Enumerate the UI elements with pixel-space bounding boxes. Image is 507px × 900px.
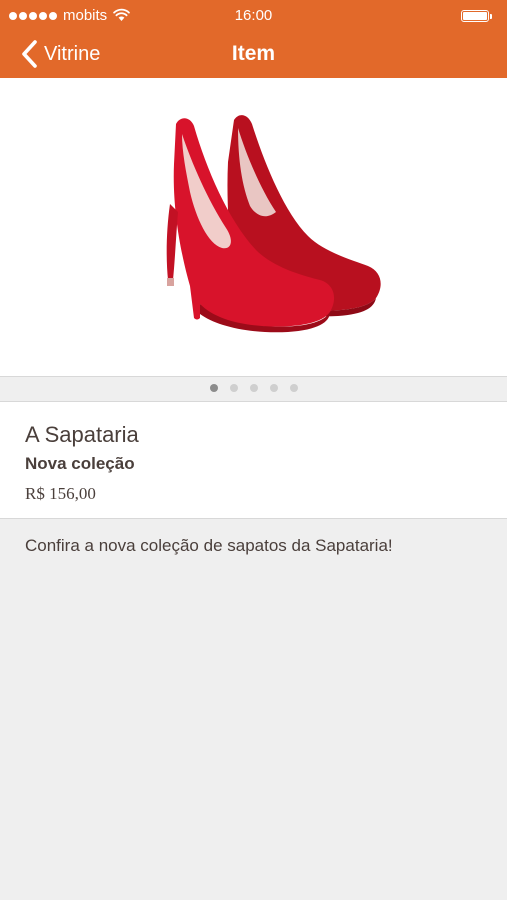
carousel-page-indicator[interactable] [0, 384, 507, 392]
battery-tip [490, 14, 492, 19]
page-dot[interactable] [249, 384, 258, 392]
battery-icon [461, 10, 489, 22]
product-image [166, 115, 381, 333]
app-header: mobits 16:00 Vitrine Item [0, 0, 507, 78]
item-info-card: A Sapataria Nova coleção R$ 156,00 [0, 401, 507, 519]
product-image-carousel[interactable] [0, 78, 507, 377]
store-name: A Sapataria [25, 422, 139, 447]
page-dot-active[interactable] [209, 384, 218, 392]
page-dot[interactable] [289, 384, 298, 392]
page-dot[interactable] [269, 384, 278, 392]
item-description: Confira a nova coleção de sapatos da Sap… [25, 536, 393, 555]
nav-bar: Vitrine Item [0, 32, 507, 78]
collection-name: Nova coleção [25, 454, 135, 473]
status-time: 16:00 [234, 7, 273, 24]
page-dot[interactable] [229, 384, 238, 392]
page-title: Item [231, 42, 276, 65]
item-price: R$ 156,00 [25, 484, 96, 503]
status-bar: mobits 16:00 [0, 0, 507, 32]
